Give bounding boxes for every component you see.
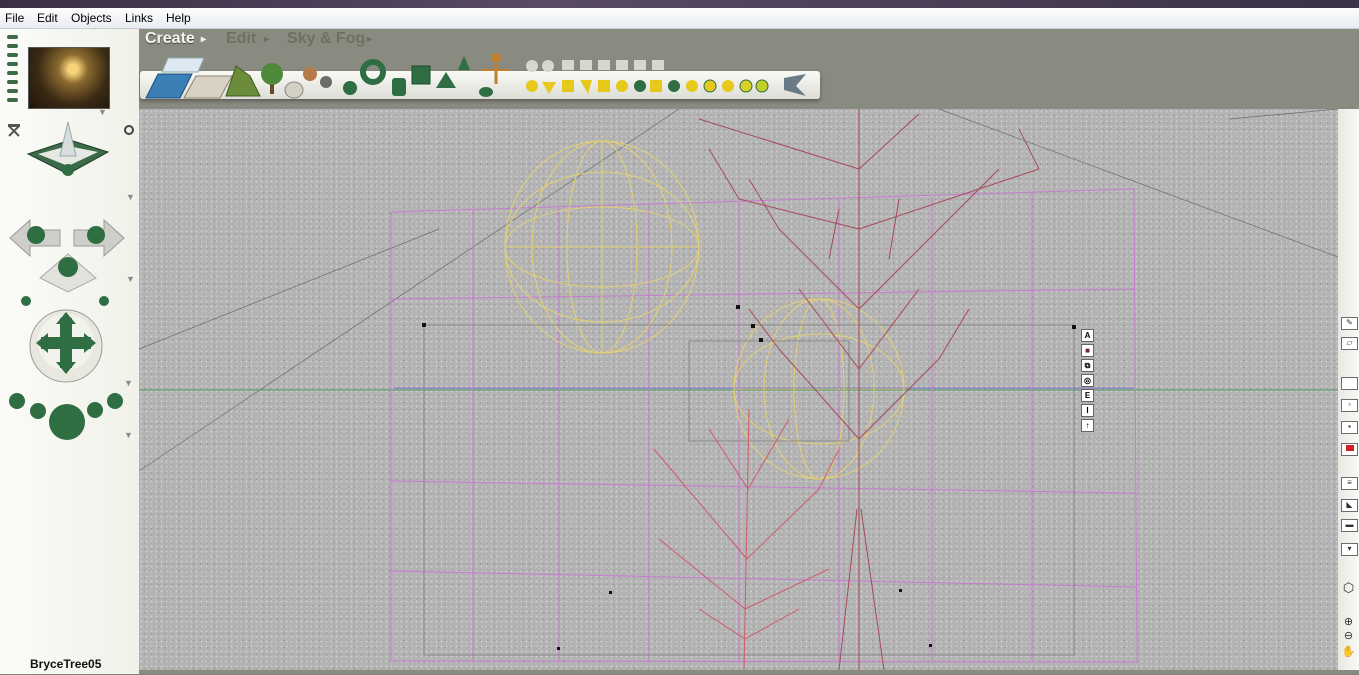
cone-icon[interactable] xyxy=(458,56,470,70)
selected-object-name: BryceTree05 xyxy=(30,657,102,671)
menu-edit[interactable]: Edit xyxy=(37,11,58,25)
disc-icon[interactable] xyxy=(479,87,493,97)
pan-hand-icon[interactable]: ✋ xyxy=(1341,647,1356,658)
tab-sky-fog-arrow: ▸ xyxy=(367,34,373,45)
display-box-icon[interactable] xyxy=(1341,377,1358,390)
cube-view-icon[interactable]: ⬡ xyxy=(1341,581,1356,594)
trackball-menu-icon[interactable]: ▼ xyxy=(124,378,133,388)
menu-bar: File Edit Objects Links Help xyxy=(0,8,1359,29)
pan-camera-icon[interactable] xyxy=(9,218,125,306)
sphere-icon[interactable] xyxy=(343,81,357,95)
camera-controls: ▼ ▼ ▼ ▼ xyxy=(8,121,135,440)
zoom-dolly-icon[interactable] xyxy=(9,393,123,440)
tab-create[interactable]: Create xyxy=(145,30,195,48)
nano-preview-thumbnail[interactable] xyxy=(28,47,110,109)
terrain-icon[interactable] xyxy=(225,65,261,97)
create-object-icons xyxy=(145,53,806,99)
menu-file[interactable]: File xyxy=(5,11,24,25)
render-icon[interactable] xyxy=(1341,443,1358,456)
wire-sphere-right xyxy=(733,298,905,480)
menu-help[interactable]: Help xyxy=(166,11,191,25)
selection-handles[interactable] xyxy=(422,305,1076,650)
figure-icon[interactable] xyxy=(482,53,510,84)
wire-sphere-left xyxy=(504,140,700,354)
zoom-out-icon[interactable]: ⊖ xyxy=(1341,631,1356,642)
tab-edit[interactable]: Edit xyxy=(226,30,256,48)
zoom-menu-icon[interactable]: ▼ xyxy=(124,430,133,440)
ground-grid xyxy=(390,188,1138,663)
display-solid-icon[interactable]: ▪ xyxy=(1341,421,1358,434)
display-wire-icon[interactable]: ▫ xyxy=(1341,399,1358,412)
view-menu-icon[interactable]: ▼ xyxy=(126,192,135,202)
camera-mode-menu-icon[interactable]: ▼ xyxy=(126,274,135,284)
edit-object-icon[interactable]: E xyxy=(1081,389,1094,402)
menu-objects[interactable]: Objects xyxy=(71,11,112,25)
yellow-primitive-icons[interactable] xyxy=(526,79,769,94)
view-selector-icon[interactable] xyxy=(26,121,110,176)
tab-create-arrow: ▸ xyxy=(201,34,207,45)
nano-preview-menu-icon[interactable]: ▼ xyxy=(98,107,107,117)
pyramid-icon[interactable] xyxy=(436,72,456,88)
tree-icon[interactable] xyxy=(261,63,283,94)
tab-edit-arrow: ▸ xyxy=(264,34,270,45)
pencil-icon[interactable]: ✎ xyxy=(1341,317,1358,330)
cube-icon[interactable] xyxy=(411,65,431,85)
sky-plane-icon[interactable] xyxy=(161,57,205,73)
ground-plane-icon[interactable] xyxy=(183,75,233,99)
menu-links[interactable]: Links xyxy=(125,11,153,25)
rock-icon[interactable] xyxy=(284,81,304,99)
tree-small-wireframe xyxy=(653,408,840,671)
wireframe-scene xyxy=(138,108,1339,671)
camera-trackball-icon[interactable] xyxy=(29,309,103,383)
view-trackball-icon[interactable] xyxy=(124,125,134,135)
view-level-ticks[interactable] xyxy=(7,35,19,111)
object-control-icons: A ■ ⧉ ◎ E I ↑ xyxy=(1081,329,1094,434)
light-icon[interactable] xyxy=(784,74,806,96)
info-icon[interactable]: I xyxy=(1081,404,1094,417)
align-icon[interactable]: ◣ xyxy=(1341,499,1358,512)
primitive-ghost-icons[interactable] xyxy=(526,60,664,72)
torus-icon[interactable] xyxy=(360,59,386,85)
material-icon[interactable]: ■ xyxy=(1081,344,1094,357)
up-icon[interactable]: ↑ xyxy=(1081,419,1094,432)
metaball-icon[interactable] xyxy=(303,67,332,88)
right-toolbar: ✎ ▱ ▫ ▪ ≡ ◣ ▬ ▾ ⬡ ⊕ ⊖ ✋ xyxy=(1338,109,1359,670)
tab-sky-fog[interactable]: Sky & Fog xyxy=(287,30,365,48)
zoom-in-icon[interactable]: ⊕ xyxy=(1341,617,1356,628)
ground-icon[interactable]: ▬ xyxy=(1341,519,1358,532)
target-icon[interactable]: ◎ xyxy=(1081,374,1094,387)
3d-viewport[interactable] xyxy=(138,108,1339,671)
cylinder-icon[interactable] xyxy=(392,78,406,96)
link-icon[interactable]: ⧉ xyxy=(1081,359,1094,372)
eraser-icon[interactable]: ▱ xyxy=(1341,337,1358,350)
view-menu-icon-right[interactable]: ▾ xyxy=(1341,543,1358,556)
camera-cross-icon[interactable] xyxy=(8,124,20,137)
water-plane-icon[interactable] xyxy=(145,73,193,99)
window-title-strip xyxy=(0,0,1359,8)
attributes-icon[interactable]: A xyxy=(1081,329,1094,342)
layers-icon[interactable]: ≡ xyxy=(1341,477,1358,490)
